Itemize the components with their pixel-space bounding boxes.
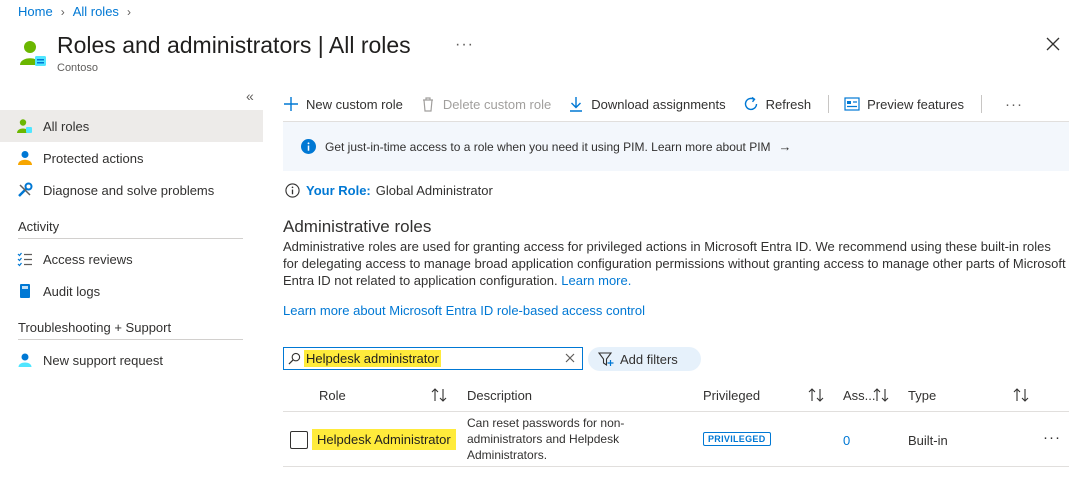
refresh-icon	[744, 96, 757, 111]
role-description: Can reset passwords for non-administrato…	[467, 416, 625, 462]
support-icon	[17, 352, 33, 368]
filter-add-icon	[598, 352, 614, 367]
toolbar-divider	[980, 95, 982, 113]
pim-info-text: Get just-in-time access to a role when y…	[325, 139, 771, 154]
sort-icon[interactable]	[873, 388, 889, 402]
sort-icon[interactable]	[1013, 388, 1029, 402]
new-custom-role-label: New custom role	[306, 96, 403, 112]
roles-description: Administrative roles are used for granti…	[283, 238, 1069, 289]
more-options-button[interactable]: ···	[455, 36, 474, 54]
preview-icon	[844, 97, 860, 111]
chevron-right-icon: ›	[126, 4, 131, 19]
page-title: Roles and administrators | All roles	[57, 32, 411, 58]
sidebar-item-access-reviews[interactable]: Access reviews	[0, 243, 263, 275]
column-header-role[interactable]: Role	[319, 388, 346, 403]
role-name-link[interactable]: Helpdesk Administrator	[312, 429, 456, 450]
clear-search-icon[interactable]	[564, 352, 576, 364]
learn-more-link[interactable]: Learn more.	[561, 273, 631, 288]
sidebar-item-protected-actions[interactable]: Protected actions	[0, 142, 263, 174]
section-heading: Administrative roles	[283, 217, 432, 236]
sidebar-item-label: Protected actions	[43, 150, 144, 166]
plus-icon	[284, 97, 298, 111]
refresh-button[interactable]: Refresh	[743, 96, 812, 112]
breadcrumb-all-roles[interactable]: All roles	[73, 4, 119, 19]
rbac-learn-more-link[interactable]: Learn more about Microsoft Entra ID role…	[283, 303, 645, 318]
sidebar-item-all-roles[interactable]: All roles	[0, 110, 263, 142]
add-filters-button[interactable]: Add filters	[588, 347, 701, 371]
search-input[interactable]: Helpdesk administrator	[283, 347, 583, 370]
role-type: Built-in	[908, 433, 948, 448]
sidebar-item-label: New support request	[43, 352, 163, 368]
sidebar: « All roles Protected actions Diagnose a…	[0, 88, 263, 376]
download-assignments-label: Download assignments	[591, 96, 726, 112]
download-assignments-button[interactable]: Download assignments	[568, 96, 726, 112]
roles-description-text: Administrative roles are used for granti…	[283, 239, 1066, 288]
delete-custom-role-button[interactable]: Delete custom role	[420, 96, 551, 112]
roles-icon	[20, 41, 46, 66]
chevron-right-icon: ›	[60, 4, 65, 19]
row-checkbox[interactable]	[290, 431, 308, 449]
roles-icon	[17, 118, 33, 134]
info-outline-icon	[285, 183, 300, 198]
search-value: Helpdesk administrator	[304, 350, 441, 367]
column-header-assignments[interactable]: Ass...	[843, 388, 876, 403]
assignments-count-link[interactable]: 0	[843, 433, 850, 448]
search-icon	[288, 352, 301, 365]
add-filters-label: Add filters	[620, 351, 678, 367]
book-icon	[17, 283, 33, 299]
your-role-value: Global Administrator	[375, 183, 493, 198]
person-icon	[17, 150, 33, 166]
sort-icon[interactable]	[431, 388, 447, 402]
sidebar-item-diagnose[interactable]: Diagnose and solve problems	[0, 174, 263, 206]
delete-custom-role-label: Delete custom role	[442, 96, 552, 112]
column-header-type[interactable]: Type	[908, 388, 936, 403]
sidebar-item-audit-logs[interactable]: Audit logs	[0, 275, 263, 307]
row-more-button[interactable]: ···	[1043, 429, 1061, 446]
divider	[18, 339, 243, 340]
arrow-right-icon: →	[778, 139, 792, 154]
sidebar-item-new-support-request[interactable]: New support request	[0, 344, 263, 376]
breadcrumb: Home › All roles ›	[18, 4, 139, 19]
sidebar-item-label: Audit logs	[43, 283, 101, 299]
your-role: Your Role: Global Administrator	[285, 183, 493, 198]
column-header-description[interactable]: Description	[467, 388, 532, 403]
refresh-label: Refresh	[765, 96, 812, 112]
your-role-label: Your Role:	[306, 183, 371, 198]
trash-icon	[422, 97, 433, 112]
page-header: Roles and administrators | All roles Con…	[18, 30, 411, 74]
collapse-sidebar-button[interactable]: «	[246, 88, 254, 104]
grid-header: Role Description Privileged Ass... Type	[283, 384, 1069, 412]
toolbar-divider	[828, 95, 830, 113]
close-icon[interactable]	[1045, 36, 1061, 52]
wrench-icon	[17, 182, 33, 198]
preview-features-button[interactable]: Preview features	[844, 96, 964, 112]
sidebar-item-label: Diagnose and solve problems	[43, 182, 215, 198]
sort-icon[interactable]	[808, 388, 824, 402]
download-icon	[570, 97, 583, 112]
sidebar-item-label: All roles	[43, 118, 90, 134]
new-custom-role-button[interactable]: New custom role	[283, 96, 403, 112]
section-title-activity: Activity	[18, 219, 60, 234]
section-title-support: Troubleshooting + Support	[18, 320, 172, 335]
privileged-badge: PRIVILEGED	[703, 432, 771, 446]
checklist-icon	[17, 251, 33, 267]
divider	[18, 238, 243, 239]
column-header-privileged[interactable]: Privileged	[703, 388, 760, 403]
breadcrumb-home[interactable]: Home	[18, 4, 53, 19]
more-commands-button[interactable]: ···	[1005, 96, 1023, 113]
pim-info-banner[interactable]: Get just-in-time access to a role when y…	[283, 121, 1069, 171]
table-row[interactable]: Helpdesk Administrator Can reset passwor…	[283, 413, 1069, 467]
sidebar-item-label: Access reviews	[43, 251, 133, 267]
info-icon	[301, 139, 316, 154]
tenant-name: Contoso	[57, 62, 98, 74]
preview-features-label: Preview features	[867, 96, 964, 112]
command-bar: New custom role Delete custom role Downl…	[283, 90, 1023, 118]
